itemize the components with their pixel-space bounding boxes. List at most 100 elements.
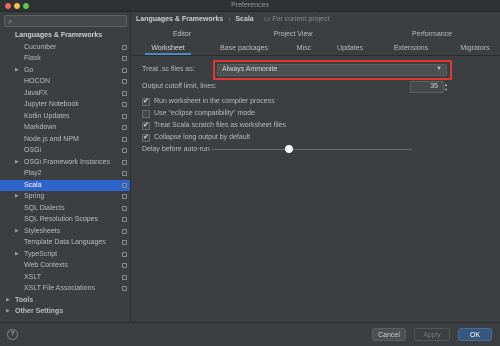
sidebar-item-label: Scala xyxy=(24,181,42,189)
checkbox-eclipse-compat[interactable] xyxy=(142,110,150,118)
expand-arrow-icon[interactable]: ▶ xyxy=(15,249,19,261)
sidebar-item-sql-resolution-scopes[interactable]: SQL Resolution Scopes xyxy=(0,214,130,226)
breadcrumb-section[interactable]: Languages & Frameworks xyxy=(136,16,223,23)
expand-arrow-icon[interactable]: ▶ xyxy=(15,65,19,77)
sidebar-item-flask[interactable]: Flask xyxy=(0,53,130,65)
ok-button[interactable]: OK xyxy=(458,328,492,341)
sidebar-item-go[interactable]: ▶ Go xyxy=(0,65,130,77)
project-scope-icon xyxy=(122,251,127,257)
checkbox-collapse-output[interactable] xyxy=(142,133,150,142)
sidebar-item-languages-frameworks[interactable]: Languages & Frameworks xyxy=(0,30,130,42)
project-scope-icon xyxy=(122,125,127,130)
delay-slider-track[interactable] xyxy=(212,149,412,150)
sidebar-item-tools[interactable]: ▶ Tools xyxy=(0,295,130,307)
sidebar-item-label: Jupyter Notebook xyxy=(24,101,79,108)
sidebar-item-label: Spring xyxy=(24,193,45,200)
settings-panel: Languages & Frameworks › Scala ▭ For cur… xyxy=(132,12,500,322)
project-scope-note: ▭ For current project xyxy=(263,16,330,23)
tab-editor[interactable]: Editor xyxy=(162,29,202,41)
sidebar-item-label: Markdown xyxy=(24,124,57,131)
help-button[interactable]: ? xyxy=(7,329,18,340)
project-scope-icon xyxy=(122,286,127,291)
cutoff-label: Output cutoff limit, lines: xyxy=(142,83,217,90)
checkbox-scratch-files[interactable] xyxy=(142,121,150,130)
stepper-arrows-icon[interactable]: ▲ ▼ xyxy=(444,82,450,92)
expand-arrow-icon[interactable]: ▶ xyxy=(6,306,10,318)
sc-files-dropdown[interactable]: Always Ammonite ▼ xyxy=(217,64,447,76)
project-scope-icon xyxy=(122,79,127,84)
cancel-button[interactable]: Cancel xyxy=(372,328,406,341)
sidebar-item-node-js-and-npm[interactable]: Node.js and NPM xyxy=(0,134,130,146)
tab-misc[interactable]: Misc xyxy=(292,43,316,55)
tab-row-top: Editor Project View Performance xyxy=(132,29,500,41)
sc-files-value: Always Ammonite xyxy=(222,66,278,73)
checkbox-run-in-compiler[interactable] xyxy=(142,97,150,106)
delay-label: Delay before auto-run xyxy=(142,146,210,153)
project-scope-icon xyxy=(122,194,127,199)
sidebar-item-label: XSLT File Associations xyxy=(24,285,95,292)
sidebar-item-cucumber[interactable]: Cucumber xyxy=(0,42,130,54)
sidebar-item-other-settings[interactable]: ▶ Other Settings xyxy=(0,306,130,318)
tab-updates[interactable]: Updates xyxy=(332,43,368,55)
check-label-collapse-output: Collapse long output by default xyxy=(154,134,251,141)
sidebar-item-label: Stylesheets xyxy=(24,227,61,235)
cutoff-stepper[interactable]: 35 ▲ ▼ xyxy=(410,81,448,93)
sidebar-item-label: HOCON xyxy=(24,78,51,85)
project-scope-icon xyxy=(122,56,127,61)
tab-migrators[interactable]: Migrators xyxy=(454,43,496,55)
sidebar-item-markdown[interactable]: Markdown xyxy=(0,122,130,134)
search-input[interactable] xyxy=(19,16,124,26)
sidebar-item-label: JavaFX xyxy=(24,89,48,97)
sidebar-item-template-data-languages[interactable]: Template Data Languages xyxy=(0,237,130,249)
tab-project-view[interactable]: Project View xyxy=(268,29,318,41)
project-scope-icon xyxy=(122,113,127,119)
sidebar-item-kotlin-updates[interactable]: Kotlin Updates xyxy=(0,111,130,123)
expand-arrow-icon[interactable]: ▶ xyxy=(6,295,10,307)
sidebar-item-hocon[interactable]: HOCON xyxy=(0,76,130,88)
breadcrumb: Languages & Frameworks › Scala ▭ For cur… xyxy=(136,15,329,27)
project-icon: ▭ xyxy=(263,16,273,23)
sidebar-item-label: OSGi xyxy=(24,147,42,154)
sidebar-item-play2[interactable]: Play2 xyxy=(0,168,130,180)
search-icon: ⌕ xyxy=(8,17,13,26)
sidebar-item-sql-dialects[interactable]: SQL Dialects xyxy=(0,203,130,215)
sidebar-item-label: Kotlin Updates xyxy=(24,112,70,120)
tab-performance[interactable]: Performance xyxy=(407,29,457,41)
expand-arrow-icon[interactable]: ▶ xyxy=(15,226,19,238)
project-scope-icon xyxy=(122,102,127,107)
settings-search[interactable]: ⌕ xyxy=(4,15,127,27)
sidebar-item-typescript[interactable]: ▶ TypeScript xyxy=(0,249,130,261)
sidebar-item-label: Flask xyxy=(24,55,41,62)
window-title: Preferences xyxy=(231,2,269,9)
expand-arrow-icon[interactable]: ▶ xyxy=(15,157,19,169)
sidebar-item-stylesheets[interactable]: ▶ Stylesheets xyxy=(0,226,130,238)
sidebar-item-label: TypeScript xyxy=(24,250,58,258)
tab-worksheet[interactable]: Worksheet xyxy=(145,43,191,55)
sidebar-item-osgi[interactable]: OSGi xyxy=(0,145,130,157)
check-label-scratch-files: Treat Scala scratch files as worksheet f… xyxy=(154,122,287,129)
sc-files-label: Treat .sc files as: xyxy=(142,66,195,73)
sidebar-item-osgi-framework-instances[interactable]: ▶ OSGi Framework Instances xyxy=(0,157,130,169)
sidebar-item-label: Tools xyxy=(15,296,34,304)
tab-base-packages[interactable]: Base packages xyxy=(216,43,272,55)
sidebar-item-xslt[interactable]: XSLT xyxy=(0,272,130,284)
expand-arrow-icon[interactable]: ▶ xyxy=(15,191,19,203)
breadcrumb-page: Scala xyxy=(235,16,254,23)
sidebar-item-web-contexts[interactable]: Web Contexts xyxy=(0,260,130,272)
dialog-footer: ? Cancel Apply OK xyxy=(0,322,500,346)
delay-slider-knob[interactable] xyxy=(285,145,293,153)
sidebar-item-label: Languages & Frameworks xyxy=(15,32,103,39)
sidebar-item-label: Go xyxy=(24,66,34,74)
sidebar-item-label: Node.js and NPM xyxy=(24,135,79,143)
apply-button[interactable]: Apply xyxy=(414,328,450,341)
project-scope-icon xyxy=(122,274,127,280)
settings-sidebar: ⌕ Languages & Frameworks Cucumber Flask ▶ Go… xyxy=(0,12,131,322)
sidebar-item-jupyter-notebook[interactable]: Jupyter Notebook xyxy=(0,99,130,111)
sidebar-item-scala[interactable]: Scala xyxy=(0,179,130,191)
sidebar-item-javafx[interactable]: JavaFX xyxy=(0,88,130,100)
sidebar-item-xslt-file-associations[interactable]: XSLT File Associations xyxy=(0,283,130,295)
tab-extensions[interactable]: Extensions xyxy=(390,43,432,55)
tab-divider xyxy=(132,55,500,56)
sidebar-item-spring[interactable]: ▶ Spring xyxy=(0,191,130,203)
sidebar-item-label: Cucumber xyxy=(24,43,57,51)
